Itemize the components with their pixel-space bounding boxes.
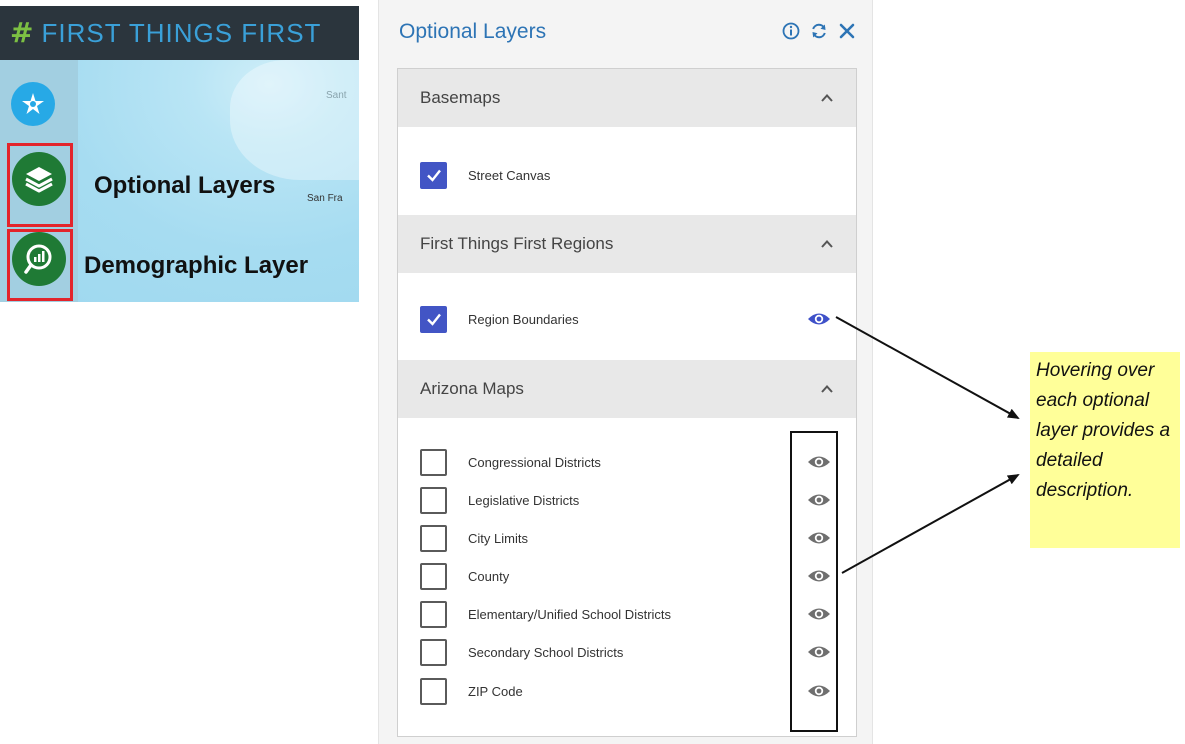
map-thumbnail: # FIRST THINGS FIRST Sant San Fra Option… xyxy=(0,0,359,302)
layer-label: ZIP Code xyxy=(468,683,523,699)
layer-label: Elementary/Unified School Districts xyxy=(468,606,672,622)
info-icon[interactable] xyxy=(780,20,802,42)
layer-checkbox[interactable] xyxy=(420,161,447,189)
brand-logo-icon: # xyxy=(10,16,34,49)
layers-list: Basemaps Street Canvas First Things Firs… xyxy=(397,68,857,737)
layer-label: Congressional Districts xyxy=(468,454,601,470)
map-city-label: San Fra xyxy=(307,193,343,204)
star-compass-icon xyxy=(22,93,44,114)
app-header: # FIRST THINGS FIRST xyxy=(0,6,359,60)
layer-checkbox[interactable] xyxy=(420,677,447,705)
callout-text: Hovering over each optional layer provid… xyxy=(1036,360,1171,501)
section-header-ftf-regions[interactable]: First Things First Regions xyxy=(398,215,856,273)
refresh-icon[interactable] xyxy=(808,20,830,42)
section-header-basemaps[interactable]: Basemaps xyxy=(398,69,856,127)
demographic-layer-label: Demographic Layer xyxy=(84,252,309,279)
eye-icon[interactable] xyxy=(807,310,831,328)
eye-icons-highlight-box xyxy=(790,431,838,732)
layer-label: Secondary School Districts xyxy=(468,644,624,660)
layer-checkbox[interactable] xyxy=(420,600,447,628)
optional-layers-label: Optional Layers xyxy=(94,172,276,199)
section-header-arizona-maps[interactable]: Arizona Maps xyxy=(398,360,856,418)
layer-row-legislative-districts[interactable]: Legislative Districts xyxy=(420,486,579,514)
highlight-box-optional-layers xyxy=(7,143,73,227)
compass-star-button[interactable] xyxy=(11,82,55,126)
layer-label: Street Canvas xyxy=(468,167,551,183)
layer-row-county[interactable]: County xyxy=(420,562,509,590)
section-label: Arizona Maps xyxy=(420,379,524,398)
optional-layers-panel: Optional Layers Basemaps Street Canvas F… xyxy=(378,0,873,744)
highlight-box-demographic-layer xyxy=(7,229,73,301)
layer-row-region-boundaries[interactable]: Region Boundaries xyxy=(420,305,579,333)
chevron-up-icon xyxy=(821,94,833,102)
layer-row-street-canvas[interactable]: Street Canvas xyxy=(420,161,550,189)
layer-label: City Limits xyxy=(468,530,528,546)
chevron-up-icon xyxy=(821,385,833,393)
layer-checkbox[interactable] xyxy=(420,486,447,514)
section-label: First Things First Regions xyxy=(420,234,614,253)
map-city-label: Sant xyxy=(326,90,347,101)
layer-label: Legislative Districts xyxy=(468,492,580,508)
map-coastline xyxy=(230,60,359,180)
layer-checkbox[interactable] xyxy=(420,305,447,333)
layer-checkbox[interactable] xyxy=(420,524,447,552)
section-label: Basemaps xyxy=(420,88,501,107)
layer-label: Region Boundaries xyxy=(468,311,579,327)
checkmark-icon xyxy=(426,313,441,326)
layer-row-congressional-districts[interactable]: Congressional Districts xyxy=(420,448,601,476)
brand-name: FIRST THINGS FIRST xyxy=(41,17,322,48)
layer-checkbox[interactable] xyxy=(420,638,447,666)
layer-row-city-limits[interactable]: City Limits xyxy=(420,524,528,552)
annotation-callout: Hovering over each optional layer provid… xyxy=(1030,352,1180,548)
layer-checkbox[interactable] xyxy=(420,448,447,476)
layer-checkbox[interactable] xyxy=(420,562,447,590)
checkmark-icon xyxy=(426,169,441,182)
panel-header: Optional Layers xyxy=(379,0,872,68)
panel-title: Optional Layers xyxy=(399,20,547,43)
layer-row-elementary-unified-school-districts[interactable]: Elementary/Unified School Districts xyxy=(420,600,671,628)
layer-row-secondary-school-districts[interactable]: Secondary School Districts xyxy=(420,638,623,666)
layer-label: County xyxy=(468,568,510,584)
close-icon[interactable] xyxy=(836,20,858,42)
panel-header-actions xyxy=(780,20,858,42)
layer-row-zip-code[interactable]: ZIP Code xyxy=(420,677,523,705)
chevron-up-icon xyxy=(821,240,833,248)
